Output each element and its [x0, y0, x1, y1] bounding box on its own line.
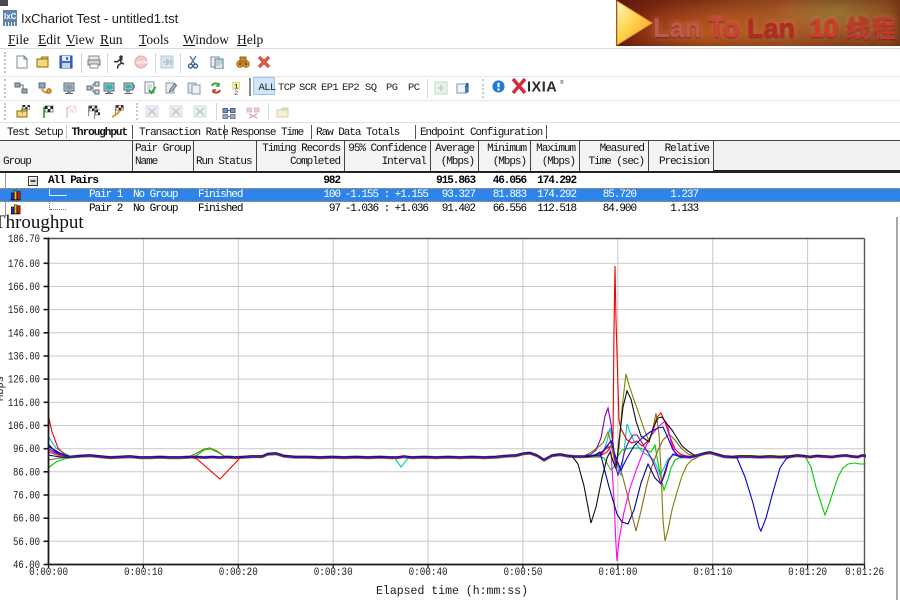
svg-text:106.00: 106.00	[8, 421, 40, 433]
svg-text:0:01:26: 0:01:26	[845, 567, 884, 579]
svg-text:Mbps: Mbps	[0, 376, 7, 401]
svg-text:0:01:20: 0:01:20	[788, 567, 827, 579]
svg-text:0:00:50: 0:00:50	[504, 567, 543, 579]
svg-text:166.00: 166.00	[8, 282, 40, 294]
svg-text:66.00: 66.00	[13, 514, 40, 526]
svg-text:116.00: 116.00	[8, 398, 40, 410]
svg-text:186.70: 186.70	[8, 234, 40, 246]
svg-text:0:00:40: 0:00:40	[409, 567, 448, 579]
svg-text:Elapsed time (h:mm:ss): Elapsed time (h:mm:ss)	[376, 584, 528, 598]
svg-text:56.00: 56.00	[13, 537, 40, 549]
svg-text:2: 2	[234, 90, 238, 96]
svg-text:86.00: 86.00	[13, 467, 40, 479]
svg-text:136.00: 136.00	[8, 352, 40, 364]
svg-text:146.00: 146.00	[8, 328, 40, 340]
svg-text:IXIA: IXIA	[527, 80, 557, 96]
svg-text:0:00:20: 0:00:20	[219, 567, 258, 579]
svg-text:0:01:00: 0:01:00	[598, 567, 637, 579]
svg-text:0:00:10: 0:00:10	[124, 567, 163, 579]
svg-text:126.00: 126.00	[8, 375, 40, 387]
svg-text:STOP: STOP	[136, 60, 148, 65]
svg-text:1: 1	[234, 83, 238, 90]
svg-text:®: ®	[560, 79, 564, 86]
svg-text:76.00: 76.00	[13, 491, 40, 503]
svg-text:0:01:10: 0:01:10	[693, 567, 732, 579]
svg-text:96.00: 96.00	[13, 444, 40, 456]
svg-text:0:00:00: 0:00:00	[29, 567, 68, 579]
svg-text:0:00:30: 0:00:30	[314, 567, 353, 579]
svg-text:176.00: 176.00	[8, 259, 40, 271]
svg-text:156.00: 156.00	[8, 305, 40, 317]
svg-text:IxC: IxC	[4, 12, 17, 21]
